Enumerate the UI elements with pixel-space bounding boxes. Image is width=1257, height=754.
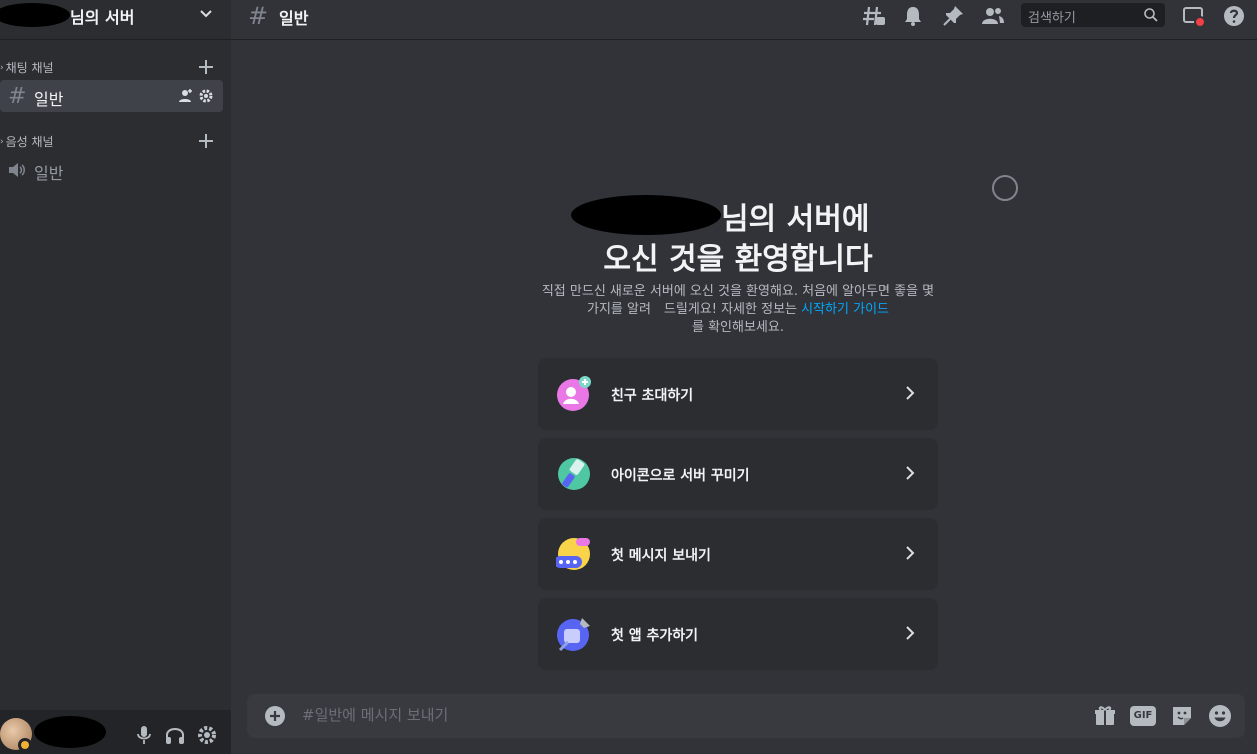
- gear-icon[interactable]: [198, 88, 214, 104]
- inbox-icon[interactable]: [1182, 4, 1206, 28]
- chevron-right-icon: [906, 386, 915, 400]
- gift-icon[interactable]: [1093, 704, 1117, 728]
- voice-channel-label: 일반: [34, 164, 64, 183]
- channel-sidebar: [0, 0, 231, 754]
- welcome-description: 직접 만드신 새로운 서버에 오신 것을 환영해요. 처음에 알아두면 좋을 몇…: [538, 283, 938, 337]
- card-label: 아이콘으로 서버 꾸미기: [611, 468, 750, 484]
- server-header[interactable]: 님의 서버: [0, 0, 231, 32]
- voice-channel-general[interactable]: 일반: [0, 156, 223, 184]
- add-text-channel-icon[interactable]: [199, 60, 213, 74]
- threads-icon[interactable]: [862, 4, 886, 28]
- redacted-username: [34, 716, 106, 748]
- add-first-app-card[interactable]: 첫 앱 추가하기: [538, 598, 938, 670]
- category-label: 음성 채널: [5, 135, 54, 149]
- card-label: 첫 앱 추가하기: [611, 628, 699, 644]
- channel-title: 일반: [279, 9, 309, 28]
- card-label: 첫 메시지 보내기: [611, 548, 711, 564]
- message-composer: GIF: [247, 694, 1245, 738]
- server-name: 님의 서버: [70, 8, 135, 27]
- invite-friends-icon: [557, 376, 591, 411]
- member-list-icon[interactable]: [981, 4, 1005, 28]
- search-input[interactable]: 검색하기: [1021, 3, 1165, 27]
- chevron-right-icon: [906, 626, 915, 640]
- category-label: 채팅 채널: [5, 61, 54, 75]
- caret-icon: ›: [0, 62, 4, 73]
- redacted-owner-name: [571, 195, 721, 235]
- hash-icon: #: [248, 2, 269, 30]
- gif-button[interactable]: GIF: [1130, 706, 1156, 726]
- user-settings-gear-icon[interactable]: [196, 724, 218, 746]
- search-icon: [1144, 8, 1158, 22]
- welcome-title-line1: 님의 서버에: [721, 202, 870, 237]
- welcome-title-line2: 오신 것을 환영합니다: [603, 242, 873, 277]
- channel-label: 일반: [34, 90, 64, 109]
- sticker-icon[interactable]: [1170, 704, 1194, 728]
- header-divider: [0, 39, 1257, 40]
- category-voice-channels[interactable]: › 음성 채널: [0, 133, 54, 150]
- help-icon[interactable]: [1222, 4, 1246, 28]
- chevron-right-icon: [906, 546, 915, 560]
- app-plug-icon: [557, 618, 590, 652]
- search-placeholder: 검색하기: [1028, 11, 1076, 26]
- category-text-channels[interactable]: › 채팅 채널: [0, 59, 54, 76]
- invite-friends-card[interactable]: 친구 초대하기: [538, 358, 938, 430]
- add-voice-channel-icon[interactable]: [199, 134, 213, 148]
- bell-icon[interactable]: [901, 4, 925, 28]
- redacted-server-owner: [0, 3, 70, 27]
- pin-icon[interactable]: [941, 4, 965, 28]
- loading-spinner: [992, 175, 1018, 201]
- send-first-message-card[interactable]: 첫 메시지 보내기: [538, 518, 938, 590]
- chevron-down-icon[interactable]: [198, 6, 214, 22]
- channel-item-general[interactable]: # 일반: [0, 80, 223, 112]
- paintbrush-icon: [558, 458, 590, 490]
- chevron-right-icon: [906, 466, 915, 480]
- microphone-icon[interactable]: [133, 724, 155, 746]
- getting-started-guide-link[interactable]: 시작하기 가이드: [801, 302, 889, 317]
- speaker-icon: [9, 163, 25, 177]
- status-idle-icon: [18, 738, 32, 752]
- hash-icon: #: [8, 84, 27, 109]
- invite-member-icon[interactable]: [178, 88, 194, 104]
- welcome-desc-text-end: 를 확인해보세요.: [692, 320, 784, 335]
- message-input[interactable]: [302, 706, 1002, 724]
- emoji-icon[interactable]: [1208, 704, 1232, 728]
- customize-server-icon-card[interactable]: 아이콘으로 서버 꾸미기: [538, 438, 938, 510]
- add-attachment-icon[interactable]: [264, 705, 286, 727]
- card-label: 친구 초대하기: [611, 388, 694, 404]
- headphones-icon[interactable]: [164, 724, 186, 746]
- caret-icon: ›: [0, 136, 4, 147]
- chat-bubble-icon: [556, 538, 590, 570]
